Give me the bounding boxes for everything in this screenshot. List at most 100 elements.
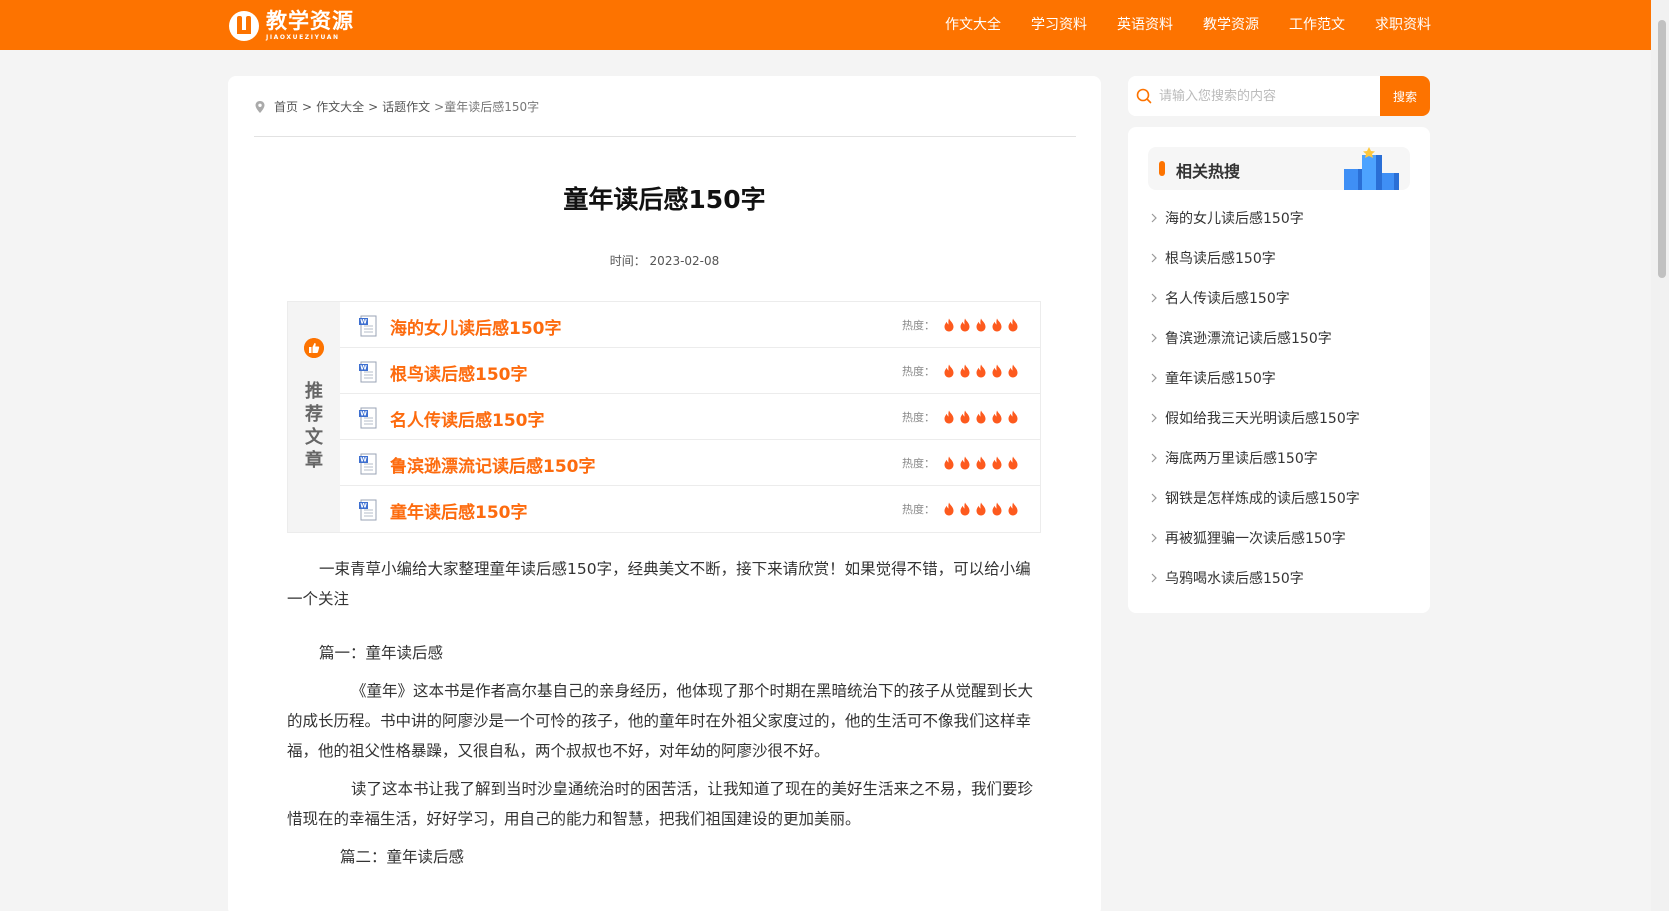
- section-heading: 篇一：童年读后感: [319, 644, 444, 662]
- recommended-sidebar: 推荐文章: [288, 302, 340, 532]
- hot-search-label: 根鸟读后感150字: [1165, 251, 1276, 267]
- recommended-item: W 根鸟读后感150字 热度：: [340, 348, 1040, 394]
- intro-paragraph: 一束青草小编给大家整理童年读后感150字，经典美文不断，接下来请欣赏！如果觉得不…: [287, 560, 1031, 608]
- svg-text:W: W: [360, 503, 367, 510]
- article-content: 一束青草小编给大家整理童年读后感150字，经典美文不断，接下来请欣赏！如果觉得不…: [287, 554, 1043, 872]
- breadcrumb-separator: >: [302, 99, 313, 114]
- flame-icon: [992, 318, 1002, 332]
- recommended-item: W 名人传读后感150字 热度：: [340, 394, 1040, 440]
- heat-label: 热度：: [902, 503, 935, 516]
- body-paragraph: 《童年》这本书是作者高尔基自己的亲身经历，他体现了那个时期在黑暗统治下的孩子从觉…: [287, 682, 1034, 760]
- recommended-link[interactable]: 海的女儿读后感150字: [390, 314, 562, 339]
- breadcrumb-level1[interactable]: 作文大全: [316, 98, 364, 115]
- hot-search-item[interactable]: 假如给我三天光明读后感150字: [1150, 398, 1360, 438]
- flame-icon: [960, 456, 970, 470]
- hot-search-item[interactable]: 童年读后感150字: [1150, 358, 1360, 398]
- page-scrollbar[interactable]: [1651, 0, 1669, 911]
- scrollbar-thumb[interactable]: [1658, 20, 1666, 278]
- chevron-right-icon: [1151, 413, 1157, 423]
- hot-searches-header: 相关热搜: [1148, 147, 1410, 190]
- hot-searches-title: 相关热搜: [1176, 162, 1241, 181]
- hot-search-label: 海底两万里读后感150字: [1165, 451, 1318, 467]
- breadcrumb-separator: >: [368, 99, 379, 114]
- heat-rating: 热度：: [902, 455, 1019, 471]
- breadcrumb-level2[interactable]: 话题作文: [382, 98, 430, 115]
- search-button[interactable]: 搜索: [1380, 76, 1430, 116]
- document-icon: W: [359, 499, 377, 521]
- recommended-item: W 鲁滨逊漂流记读后感150字 热度：: [340, 440, 1040, 486]
- flame-icon: [1008, 364, 1018, 378]
- heat-label: 热度：: [902, 457, 935, 470]
- svg-text:W: W: [360, 411, 367, 418]
- bar-chart-decoration-icon: [1344, 147, 1399, 190]
- logo-subtitle: JIAOXUEZIYUAN: [266, 33, 340, 41]
- chevron-right-icon: [1151, 213, 1157, 223]
- heat-rating: 热度：: [902, 409, 1019, 425]
- logo-icon: [229, 11, 259, 41]
- recommended-link[interactable]: 根鸟读后感150字: [390, 360, 528, 385]
- thumbs-up-icon: [304, 338, 324, 358]
- breadcrumb-home[interactable]: 首页: [274, 98, 298, 115]
- document-icon: W: [359, 361, 377, 383]
- heat-rating: 热度：: [902, 317, 1019, 333]
- heat-rating: 热度：: [902, 363, 1019, 379]
- recommended-articles: 推荐文章 W 海的女儿读后感150字 热度： W 根鸟读后感150字 热度： W 名人传读后感…: [287, 301, 1041, 533]
- flame-icon: [944, 410, 954, 424]
- flame-icon: [1008, 456, 1018, 470]
- flame-icon: [960, 318, 970, 332]
- search-input[interactable]: [1128, 76, 1380, 116]
- search-icon: [1136, 88, 1152, 104]
- hot-search-item[interactable]: 名人传读后感150字: [1150, 278, 1360, 318]
- flame-icon: [976, 364, 986, 378]
- breadcrumb: 首页 > 作文大全 > 话题作文 >童年读后感150字: [254, 98, 539, 115]
- nav-item-study[interactable]: 学习资料: [1031, 0, 1087, 50]
- hot-searches-card: 相关热搜 海的女儿读后感150字 根鸟读后感150字 名人传读后感150字鲁滨逊漂流…: [1128, 127, 1430, 613]
- flame-icon: [1008, 502, 1018, 516]
- title-accent-bar: [1159, 161, 1165, 176]
- recommended-label: 推荐文章: [305, 381, 323, 471]
- flame-icon: [1008, 318, 1018, 332]
- article-title: 童年读后感150字: [563, 185, 766, 214]
- hot-search-item[interactable]: 乌鸦喝水读后感150字: [1150, 558, 1360, 598]
- hot-search-item[interactable]: 钢铁是怎样炼成的读后感150字: [1150, 478, 1360, 518]
- hot-search-item[interactable]: 再被狐狸骗一次读后感150字: [1150, 518, 1360, 558]
- flame-icon: [960, 410, 970, 424]
- nav-item-essays[interactable]: 作文大全: [945, 0, 1001, 50]
- chevron-right-icon: [1151, 293, 1157, 303]
- chevron-right-icon: [1151, 373, 1157, 383]
- svg-text:W: W: [360, 457, 367, 464]
- document-icon: W: [359, 315, 377, 337]
- hot-search-label: 海的女儿读后感150字: [1165, 211, 1304, 227]
- flame-icon: [992, 364, 1002, 378]
- svg-text:W: W: [360, 365, 367, 372]
- site-logo[interactable]: 教学资源 JIAOXUEZIYUAN: [228, 6, 354, 44]
- chevron-right-icon: [1151, 493, 1157, 503]
- chevron-right-icon: [1151, 253, 1157, 263]
- flame-icon: [944, 502, 954, 516]
- hot-search-item[interactable]: 海的女儿读后感150字: [1150, 198, 1360, 238]
- nav-item-work[interactable]: 工作范文: [1289, 0, 1345, 50]
- recommended-link[interactable]: 鲁滨逊漂流记读后感150字: [390, 452, 596, 477]
- recommended-item: W 海的女儿读后感150字 热度：: [340, 302, 1040, 348]
- nav-item-teaching[interactable]: 教学资源: [1203, 0, 1259, 50]
- breadcrumb-current: >童年读后感150字: [434, 100, 540, 114]
- article-meta: 时间： 2023-02-08: [228, 252, 1101, 269]
- flame-icon: [992, 502, 1002, 516]
- nav-item-english[interactable]: 英语资料: [1117, 0, 1173, 50]
- recommended-link[interactable]: 名人传读后感150字: [390, 406, 545, 431]
- flame-icon: [944, 318, 954, 332]
- hot-search-label: 名人传读后感150字: [1165, 291, 1290, 307]
- hot-search-label: 乌鸦喝水读后感150字: [1165, 571, 1304, 587]
- hot-search-item[interactable]: 海底两万里读后感150字: [1150, 438, 1360, 478]
- main-nav: 作文大全 学习资料 英语资料 教学资源 工作范文 求职资料: [915, 0, 1431, 50]
- recommended-item: W 童年读后感150字 热度：: [340, 486, 1040, 532]
- time-label: 时间：: [609, 254, 646, 268]
- hot-search-item[interactable]: 根鸟读后感150字: [1150, 238, 1360, 278]
- hot-search-item[interactable]: 鲁滨逊漂流记读后感150字: [1150, 318, 1360, 358]
- flame-icon: [992, 456, 1002, 470]
- section-heading: 篇二：童年读后感: [340, 848, 465, 866]
- hot-search-label: 童年读后感150字: [1165, 371, 1276, 387]
- nav-item-jobs[interactable]: 求职资料: [1375, 0, 1431, 50]
- location-pin-icon: [255, 100, 265, 113]
- recommended-link[interactable]: 童年读后感150字: [390, 498, 528, 523]
